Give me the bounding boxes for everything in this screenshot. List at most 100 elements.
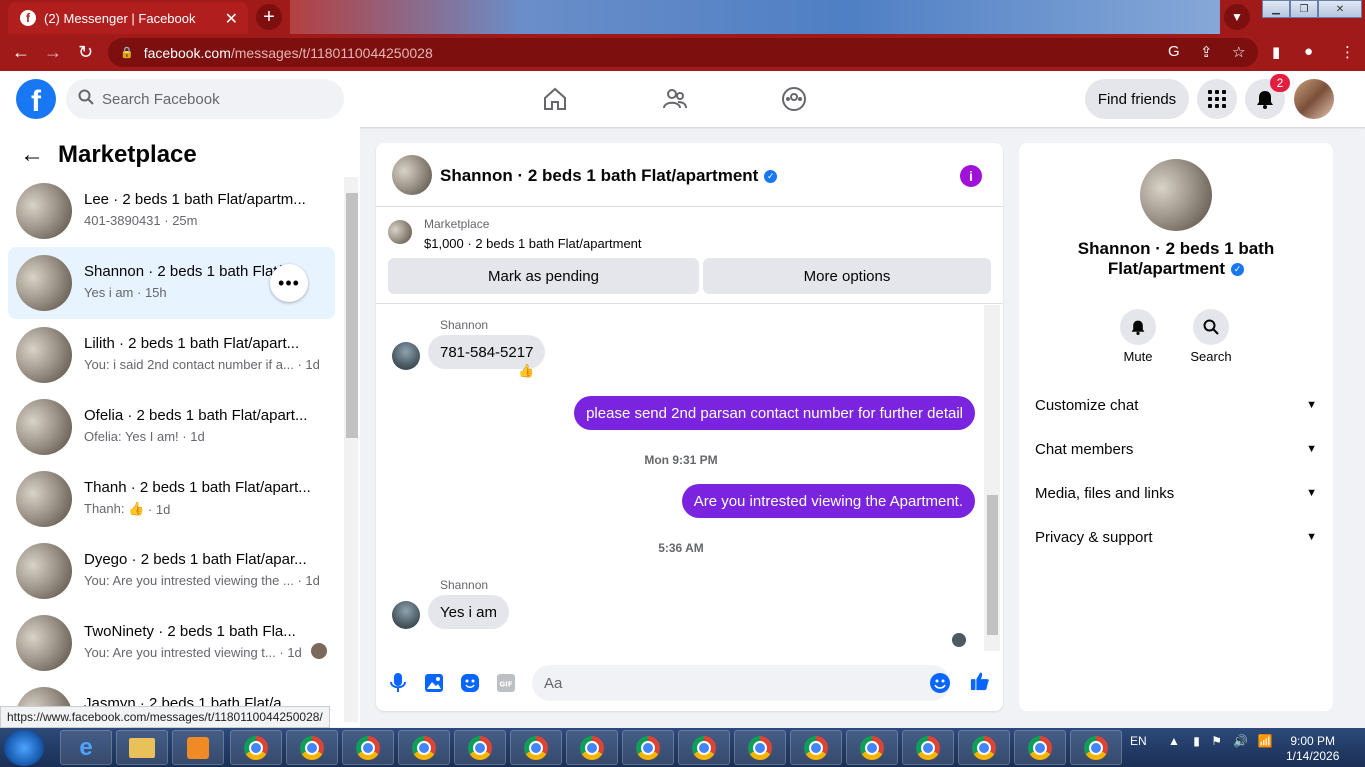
friends-icon[interactable] (661, 85, 689, 113)
avatar (16, 183, 72, 239)
conversation-item[interactable]: Dyego · 2 beds 1 bath Flat/apar... You: … (8, 535, 335, 607)
mark-as-pending-button[interactable]: Mark as pending (388, 258, 699, 294)
photo-icon[interactable] (424, 673, 444, 693)
scrollbar-thumb[interactable] (987, 495, 998, 635)
chrome-window-icon[interactable] (958, 730, 1010, 765)
listing-source: Marketplace (424, 217, 490, 231)
avatar[interactable] (392, 155, 432, 195)
back-arrow-icon[interactable]: ← (20, 141, 44, 169)
bookmark-star-icon[interactable]: ☆ (1232, 43, 1245, 61)
google-icon[interactable]: G (1168, 43, 1180, 60)
conversation-item[interactable]: Ofelia · 2 beds 1 bath Flat/apart... Ofe… (8, 391, 335, 463)
chrome-window-icon[interactable] (1014, 730, 1066, 765)
sender-avatar[interactable] (392, 342, 420, 370)
chrome-window-icon[interactable] (790, 730, 842, 765)
chat-members-section[interactable]: Chat members ▼ (1035, 437, 1317, 461)
close-tab-icon[interactable]: ✕ (225, 9, 238, 29)
home-icon[interactable] (541, 85, 569, 113)
outgoing-message[interactable]: Are you intrested viewing the Apartment. (681, 484, 975, 518)
customize-chat-section[interactable]: Customize chat ▼ (1035, 393, 1317, 417)
menu-kebab-icon[interactable]: ⋮ (1340, 43, 1355, 61)
maximize-button[interactable]: ❐ (1290, 0, 1318, 18)
show-hidden-icons-icon[interactable]: ▲ (1168, 734, 1180, 748)
sticker-icon[interactable] (460, 673, 480, 693)
reload-icon[interactable]: ↻ (78, 42, 93, 63)
mute-button[interactable] (1120, 309, 1156, 345)
message-input[interactable]: Aa (532, 665, 950, 701)
listing-description[interactable]: $1,000 · 2 beds 1 bath Flat/apartment (424, 236, 642, 251)
media-files-links-section[interactable]: Media, files and links ▼ (1035, 481, 1317, 505)
url-bar[interactable]: 🔒 facebook.com/messages/t/11801100442500… (108, 38, 1258, 67)
chrome-window-icon[interactable] (398, 730, 450, 765)
chrome-window-icon[interactable] (734, 730, 786, 765)
emoji-icon[interactable] (930, 673, 950, 693)
chevron-down-icon: ▼ (1306, 487, 1317, 499)
menu-grid-icon[interactable] (1197, 79, 1237, 119)
action-center-flag-icon[interactable]: ⚑ (1211, 734, 1222, 748)
browser-tab[interactable]: f (2) Messenger | Facebook ✕ (8, 2, 248, 34)
file-explorer-icon[interactable] (116, 730, 168, 765)
info-icon[interactable]: i (960, 165, 982, 187)
chrome-window-icon[interactable] (286, 730, 338, 765)
conversation-item[interactable]: TwoNinety · 2 beds 1 bath Fla... You: Ar… (8, 607, 335, 679)
scrollbar[interactable] (344, 177, 358, 722)
clock-date: 1/14/2026 (1286, 749, 1340, 763)
search-in-conversation-button[interactable] (1193, 309, 1229, 345)
outgoing-message[interactable]: please send 2nd parsan contact number fo… (574, 396, 975, 430)
chrome-window-icon[interactable] (342, 730, 394, 765)
chrome-window-icon[interactable] (566, 730, 618, 765)
more-options-button[interactable]: More options (703, 258, 991, 294)
find-friends-button[interactable]: Find friends (1085, 79, 1189, 119)
start-button[interactable] (4, 730, 44, 766)
new-tab-button[interactable]: + (256, 4, 282, 30)
privacy-support-section[interactable]: Privacy & support ▼ (1035, 525, 1317, 549)
scrollbar-thumb[interactable] (346, 193, 358, 438)
minimize-button[interactable]: ▁ (1262, 0, 1290, 18)
like-thumb-icon[interactable] (970, 671, 990, 691)
conversation-name: Lee · 2 beds 1 bath Flat/apartm... (84, 191, 306, 208)
close-window-button[interactable]: ✕ (1318, 0, 1362, 18)
chrome-window-icon[interactable] (454, 730, 506, 765)
chrome-window-icon[interactable] (846, 730, 898, 765)
language-indicator[interactable]: EN (1130, 734, 1147, 748)
conversation-name: TwoNinety · 2 beds 1 bath Fla... (84, 623, 296, 640)
network-signal-icon[interactable]: 📶 (1258, 734, 1273, 748)
gif-icon[interactable]: GIF (496, 673, 516, 693)
chrome-window-icon[interactable] (510, 730, 562, 765)
conversation-item[interactable]: Lee · 2 beds 1 bath Flat/apartm... 401-3… (8, 175, 335, 247)
conversation-item[interactable]: Thanh · 2 beds 1 bath Flat/apart... Than… (8, 463, 335, 535)
side-panel-icon[interactable]: ▮ (1272, 43, 1280, 61)
seen-indicator-avatar (952, 633, 966, 647)
account-avatar[interactable] (1294, 79, 1334, 119)
battery-icon[interactable]: ▮ (1193, 734, 1200, 748)
internet-explorer-icon[interactable]: e (60, 730, 112, 765)
thumbs-up-reaction-icon[interactable]: 👍 (518, 363, 534, 379)
conversation-options-button[interactable]: ••• (270, 264, 308, 302)
chrome-window-icon[interactable] (1070, 730, 1122, 765)
chrome-window-icon[interactable] (230, 730, 282, 765)
incoming-message[interactable]: Yes i am (428, 595, 509, 629)
section-label: Media, files and links (1035, 484, 1175, 502)
chat-title[interactable]: Shannon · 2 beds 1 bath Flat/apartment (440, 166, 758, 185)
share-icon[interactable]: ⇪ (1200, 43, 1213, 61)
sender-avatar[interactable] (392, 601, 420, 629)
chat-scrollbar[interactable] (984, 305, 1000, 651)
back-icon[interactable]: ← (12, 42, 30, 63)
chrome-window-icon[interactable] (902, 730, 954, 765)
search-input[interactable]: Search Facebook (66, 79, 344, 119)
address-toolbar: ← → ↻ 🔒 facebook.com/messages/t/11801100… (0, 34, 1365, 71)
listing-thumbnail[interactable] (388, 220, 412, 244)
clock[interactable]: 9:00 PM 1/14/2026 (1286, 734, 1339, 764)
media-player-icon[interactable] (172, 730, 224, 765)
microphone-icon[interactable] (388, 673, 408, 693)
volume-icon[interactable]: 🔊 (1233, 734, 1248, 748)
forward-icon[interactable]: → (44, 42, 62, 63)
groups-icon[interactable] (780, 85, 808, 113)
conversation-item[interactable]: Lilith · 2 beds 1 bath Flat/apart... You… (8, 319, 335, 391)
profile-icon[interactable]: ● (1304, 43, 1313, 60)
tab-search-button[interactable]: ▼ (1224, 4, 1250, 30)
chrome-window-icon[interactable] (622, 730, 674, 765)
facebook-logo-icon[interactable]: f (16, 79, 56, 119)
chrome-window-icon[interactable] (678, 730, 730, 765)
contact-avatar[interactable] (1140, 159, 1212, 231)
